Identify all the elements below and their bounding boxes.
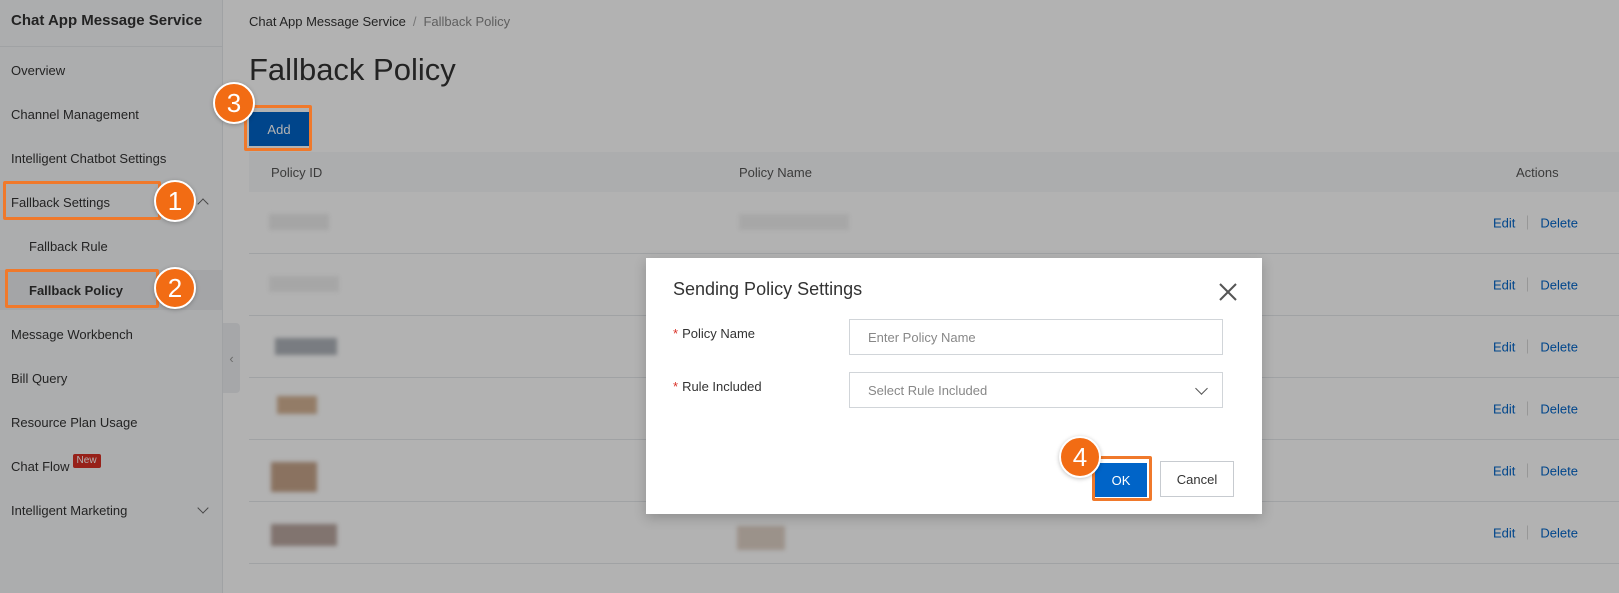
rule-included-select[interactable]: Select Rule Included: [849, 372, 1223, 408]
step-badge-4: 4: [1059, 436, 1101, 478]
rule-included-label: * Rule Included: [673, 379, 762, 394]
highlight-box-step-1: [3, 181, 161, 220]
required-mark: *: [673, 326, 679, 341]
highlight-box-step-2: [5, 269, 159, 308]
dialog-title: Sending Policy Settings: [673, 279, 863, 299]
policy-name-label-text: Policy Name: [682, 326, 756, 341]
step-badge-1: 1: [154, 180, 196, 222]
sending-policy-dialog: Sending Policy Settings * Policy Name Ent…: [646, 258, 1262, 514]
close-icon[interactable]: [1217, 281, 1239, 303]
step-badge-2: 2: [154, 267, 196, 309]
step-badge-3: 3: [213, 82, 255, 124]
chevron-down-icon: [1195, 382, 1208, 395]
highlight-box-step-3: [244, 105, 312, 151]
rule-included-label-text: Rule Included: [682, 379, 762, 394]
policy-name-input[interactable]: Enter Policy Name: [849, 319, 1223, 355]
cancel-button[interactable]: Cancel: [1160, 461, 1234, 497]
rule-included-placeholder: Select Rule Included: [868, 382, 988, 398]
policy-name-label: * Policy Name: [673, 326, 755, 341]
highlight-box-step-4: [1092, 456, 1152, 501]
required-mark: *: [673, 379, 679, 394]
